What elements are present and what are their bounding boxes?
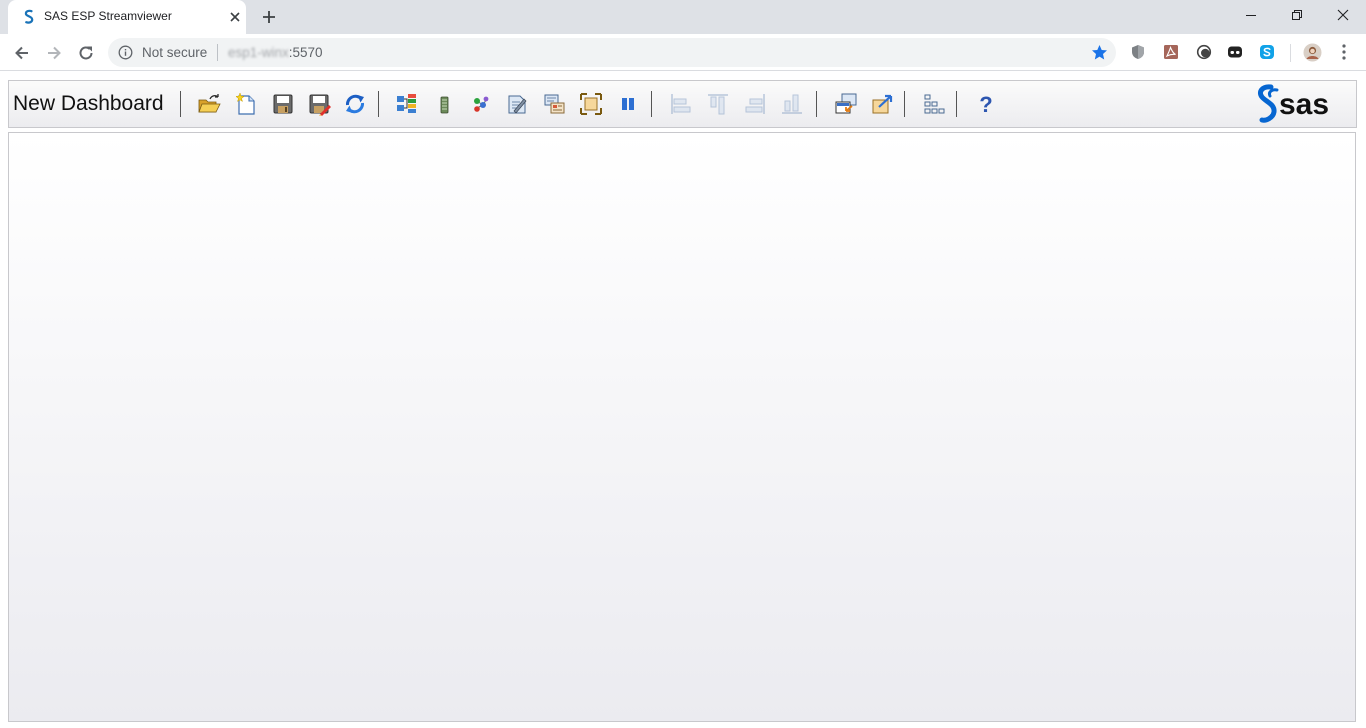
toolbar-separator bbox=[651, 91, 652, 117]
align-top-icon bbox=[708, 94, 728, 115]
restore-button[interactable] bbox=[1274, 0, 1320, 30]
datasource-icon bbox=[440, 96, 449, 114]
save-button[interactable] bbox=[271, 92, 295, 116]
save-as-button[interactable] bbox=[307, 92, 331, 116]
properties-button[interactable] bbox=[542, 92, 566, 116]
save-icon bbox=[273, 94, 293, 114]
address-bar[interactable]: Not secure esp1-winx:5570 bbox=[108, 38, 1116, 67]
toolbar-divider bbox=[1290, 44, 1291, 62]
align-right-button[interactable] bbox=[743, 92, 767, 116]
url-port: :5570 bbox=[288, 45, 323, 60]
url-text[interactable]: esp1-winx:5570 bbox=[228, 45, 323, 60]
omnibox-divider bbox=[217, 44, 218, 61]
windows-button[interactable] bbox=[395, 92, 419, 116]
nodes-button[interactable] bbox=[469, 92, 493, 116]
toolbar-separator bbox=[904, 91, 905, 117]
fit-to-screen-button[interactable] bbox=[579, 92, 603, 116]
minimize-icon bbox=[1246, 15, 1256, 16]
close-icon[interactable] bbox=[227, 9, 243, 25]
align-bottom-icon bbox=[782, 94, 802, 114]
circle-extension-icon[interactable] bbox=[1196, 44, 1212, 60]
open-dashboard-button[interactable] bbox=[197, 92, 221, 116]
pause-icon bbox=[622, 98, 634, 110]
svg-text:?: ? bbox=[979, 92, 992, 116]
refresh-button[interactable] bbox=[343, 92, 367, 116]
info-icon[interactable] bbox=[118, 45, 133, 60]
reload-icon[interactable] bbox=[76, 43, 96, 63]
dashboard-canvas[interactable] bbox=[8, 132, 1356, 722]
export-icon bbox=[872, 94, 893, 114]
import-icon bbox=[835, 93, 857, 114]
back-arrow-icon[interactable] bbox=[12, 43, 32, 63]
edit-button[interactable] bbox=[505, 92, 529, 116]
align-left-button[interactable] bbox=[669, 92, 693, 116]
shield-extension-icon[interactable] bbox=[1130, 44, 1146, 60]
help-icon: ? bbox=[979, 92, 992, 116]
forward-arrow-icon[interactable] bbox=[44, 43, 64, 63]
align-left-icon bbox=[671, 94, 691, 114]
browser-toolbar: Not secure esp1-winx:5570 bbox=[0, 34, 1366, 71]
toolbar-separator bbox=[180, 91, 181, 117]
properties-icon bbox=[544, 94, 565, 114]
browser-menu-icon[interactable] bbox=[1337, 43, 1351, 61]
sas-s-icon bbox=[24, 9, 34, 24]
nodes-icon bbox=[474, 96, 489, 112]
refresh-icon bbox=[345, 94, 365, 114]
minimize-button[interactable] bbox=[1228, 0, 1274, 30]
sas-logo: sas bbox=[1257, 84, 1329, 123]
tab-title: SAS ESP Streamviewer bbox=[44, 9, 172, 23]
browser-tabstrip: SAS ESP Streamviewer bbox=[0, 0, 1366, 34]
fit-icon bbox=[580, 93, 602, 115]
layout-icon bbox=[924, 94, 945, 114]
new-icon bbox=[235, 92, 255, 115]
window-close-button[interactable] bbox=[1320, 0, 1366, 30]
restore-icon bbox=[1292, 10, 1302, 20]
browser-tab[interactable]: SAS ESP Streamviewer bbox=[8, 0, 246, 34]
skype-extension-icon[interactable] bbox=[1259, 44, 1275, 60]
toolbar-separator bbox=[956, 91, 957, 117]
windows-icon bbox=[397, 94, 416, 113]
mask-extension-icon[interactable] bbox=[1227, 44, 1243, 60]
toolbar-separator bbox=[816, 91, 817, 117]
import-button[interactable] bbox=[834, 92, 858, 116]
export-button[interactable] bbox=[871, 92, 895, 116]
url-host-obscured: esp1-winx bbox=[228, 45, 289, 60]
toolbar-separator bbox=[378, 91, 379, 117]
save-as-icon bbox=[309, 94, 331, 116]
dashboard-title: New Dashboard bbox=[13, 92, 164, 115]
bookmark-star-icon[interactable] bbox=[1091, 44, 1108, 61]
align-top-button[interactable] bbox=[706, 92, 730, 116]
profile-avatar[interactable] bbox=[1303, 43, 1322, 62]
new-tab-plus-icon[interactable] bbox=[260, 8, 278, 26]
pause-button[interactable] bbox=[616, 92, 640, 116]
open-icon bbox=[198, 94, 221, 113]
security-status: Not secure bbox=[142, 45, 208, 60]
edit-icon bbox=[508, 95, 527, 114]
window-close-icon bbox=[1337, 9, 1349, 21]
sas-logo-text: sas bbox=[1279, 88, 1329, 121]
align-bottom-button[interactable] bbox=[780, 92, 804, 116]
help-button[interactable]: ? bbox=[974, 92, 998, 116]
layout-button[interactable] bbox=[922, 92, 946, 116]
dashboard-toolbar: New Dashboard ? sas bbox=[8, 80, 1357, 128]
pdf-extension-icon[interactable] bbox=[1163, 44, 1179, 60]
align-right-icon bbox=[745, 94, 765, 114]
new-dashboard-button[interactable] bbox=[234, 92, 258, 116]
datasource-button[interactable] bbox=[432, 92, 456, 116]
